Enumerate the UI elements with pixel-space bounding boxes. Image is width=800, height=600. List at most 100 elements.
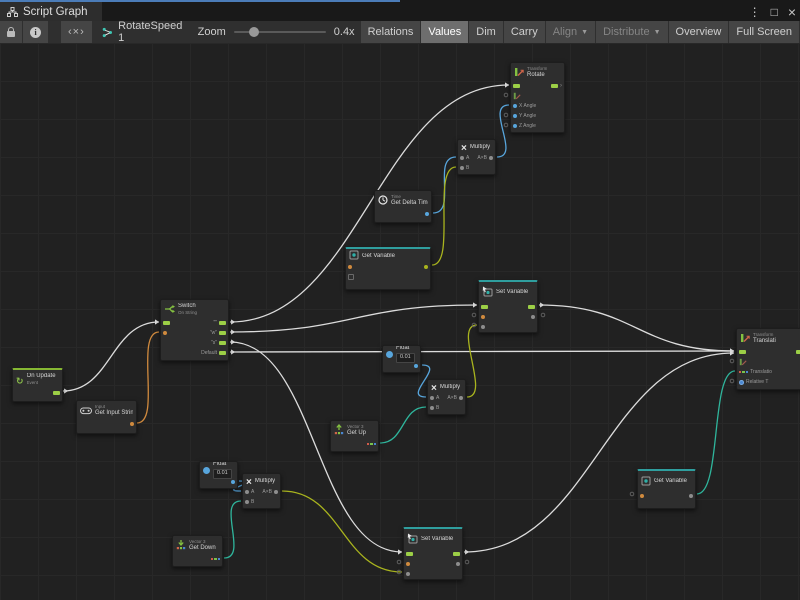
value-port[interactable] xyxy=(459,396,463,400)
node-set-variable-2[interactable]: Set Variable xyxy=(403,527,463,580)
wire-vector[interactable] xyxy=(697,371,735,494)
window-menu-icon[interactable]: ⋮ xyxy=(749,5,761,19)
node-switch[interactable]: SwitchOn String"""w""s"Default xyxy=(160,299,229,361)
unconnected-port[interactable] xyxy=(630,492,634,496)
globe-port[interactable] xyxy=(739,380,744,385)
node-get-delta-time[interactable]: TimeGet Delta Time xyxy=(374,190,432,223)
value-port[interactable] xyxy=(689,494,693,498)
flow-port[interactable] xyxy=(528,305,535,309)
float-port[interactable] xyxy=(231,480,235,484)
unconnected-port[interactable] xyxy=(397,560,401,564)
value-port[interactable] xyxy=(430,396,434,400)
flow-port[interactable] xyxy=(406,552,413,556)
wire-float[interactable] xyxy=(497,105,509,157)
wire-object[interactable] xyxy=(467,325,477,397)
value-port[interactable] xyxy=(274,490,278,494)
float-port[interactable] xyxy=(513,114,517,118)
vector3-port[interactable] xyxy=(211,558,220,560)
node-multiply-1[interactable]: ×MultiplyAA×BB xyxy=(457,139,496,175)
lock-button[interactable] xyxy=(0,21,22,43)
tab-script-graph[interactable]: Script Graph xyxy=(0,2,102,21)
value-port[interactable] xyxy=(245,500,249,504)
wire-vector[interactable] xyxy=(380,407,426,443)
toolbar-button-full-screen[interactable]: Full Screen xyxy=(729,21,799,43)
float-port[interactable] xyxy=(425,212,429,216)
node-get-variable-1[interactable]: Get Variable xyxy=(345,247,431,290)
node-get-up[interactable]: Vector 3Get Up xyxy=(330,420,379,452)
zoom-slider[interactable] xyxy=(234,31,326,33)
float-port[interactable] xyxy=(513,124,517,128)
maximize-icon[interactable]: □ xyxy=(771,5,778,19)
flow-port[interactable] xyxy=(453,552,460,556)
flow-port[interactable] xyxy=(219,321,226,325)
unconnected-port[interactable] xyxy=(472,313,476,317)
value-port[interactable] xyxy=(430,406,434,410)
toolbar-button-values[interactable]: Values xyxy=(421,21,468,43)
node-set-variable-1[interactable]: Set Variable xyxy=(478,280,538,333)
wire-object[interactable] xyxy=(282,491,402,572)
value-port[interactable] xyxy=(481,325,485,329)
float-port[interactable] xyxy=(414,364,418,368)
unconnected-port[interactable] xyxy=(504,93,508,97)
flow-port[interactable] xyxy=(219,351,226,355)
node-multiply-3[interactable]: ×MultiplyAA×BB xyxy=(242,473,281,509)
flow-port[interactable] xyxy=(551,84,558,88)
node-get-input[interactable]: InputGet Input Strin xyxy=(76,400,137,434)
vector3-port[interactable] xyxy=(367,443,376,445)
unconnected-port[interactable] xyxy=(504,113,508,117)
value-port[interactable] xyxy=(460,166,464,170)
value-port[interactable] xyxy=(460,156,464,160)
wire-flow[interactable] xyxy=(464,353,734,552)
node-float-2[interactable]: Float0.01 xyxy=(199,461,238,489)
string-port[interactable] xyxy=(163,331,167,335)
close-icon[interactable]: × xyxy=(788,4,796,20)
collapse-button[interactable]: ‹×› xyxy=(61,21,92,43)
wire-vector[interactable] xyxy=(224,501,241,558)
unconnected-port[interactable] xyxy=(465,560,469,564)
wire-flow[interactable] xyxy=(230,351,734,352)
float-port[interactable] xyxy=(513,104,517,108)
wire-string[interactable] xyxy=(137,332,159,423)
unconnected-port[interactable] xyxy=(730,359,734,363)
node-value-input[interactable]: 0.01 xyxy=(213,469,232,478)
graph-canvas[interactable]: TransformRotate›X AngleY AngleZ Angle ×Mu… xyxy=(0,43,800,600)
wire-flow[interactable] xyxy=(230,305,477,332)
string-port[interactable] xyxy=(406,562,410,566)
string-port[interactable] xyxy=(130,422,134,426)
unconnected-port[interactable] xyxy=(541,313,545,317)
flow-port[interactable] xyxy=(53,391,60,395)
value-port[interactable] xyxy=(531,315,535,319)
value-port[interactable] xyxy=(456,562,460,566)
toolbar-button-carry[interactable]: Carry xyxy=(504,21,545,43)
flow-port[interactable] xyxy=(219,341,226,345)
string-port[interactable] xyxy=(348,265,352,269)
vector3-port[interactable] xyxy=(739,371,748,373)
unconnected-port[interactable] xyxy=(504,123,508,127)
value-port[interactable] xyxy=(245,490,249,494)
node-multiply-2[interactable]: ×MultiplyAA×BB xyxy=(427,379,466,415)
toolbar-button-overview[interactable]: Overview xyxy=(669,21,729,43)
zoom-slider-handle[interactable] xyxy=(249,27,259,37)
inspect-button[interactable]: i xyxy=(23,21,48,43)
wire-flow[interactable] xyxy=(63,322,159,391)
node-get-down[interactable]: Vector 3Get Down xyxy=(172,535,223,567)
flow-port[interactable] xyxy=(219,331,226,335)
value-port[interactable] xyxy=(406,572,410,576)
node-get-variable-2[interactable]: Get Variable xyxy=(637,469,696,509)
string-port[interactable] xyxy=(481,315,485,319)
node-on-update[interactable]: ↻On UpdateEvent xyxy=(12,368,63,402)
toolbar-button-dim[interactable]: Dim xyxy=(469,21,503,43)
node-float-1[interactable]: Float0.01 xyxy=(382,345,421,373)
object-port[interactable] xyxy=(424,265,428,269)
node-value-input[interactable]: 0.01 xyxy=(396,353,415,362)
toolbar-button-relations[interactable]: Relations xyxy=(361,21,421,43)
wire-flow[interactable] xyxy=(539,305,734,351)
unconnected-port[interactable] xyxy=(730,379,734,383)
kind-port[interactable] xyxy=(348,274,354,280)
flow-port[interactable] xyxy=(796,350,800,354)
node-rotate[interactable]: TransformRotate›X AngleY AngleZ Angle xyxy=(510,62,565,133)
flow-port[interactable] xyxy=(481,305,488,309)
value-port[interactable] xyxy=(489,156,493,160)
node-translate[interactable]: TransformTranslatiTranslatioRelative T xyxy=(736,328,800,390)
graph-breadcrumb[interactable]: RotateSpeed 1 xyxy=(94,21,191,43)
